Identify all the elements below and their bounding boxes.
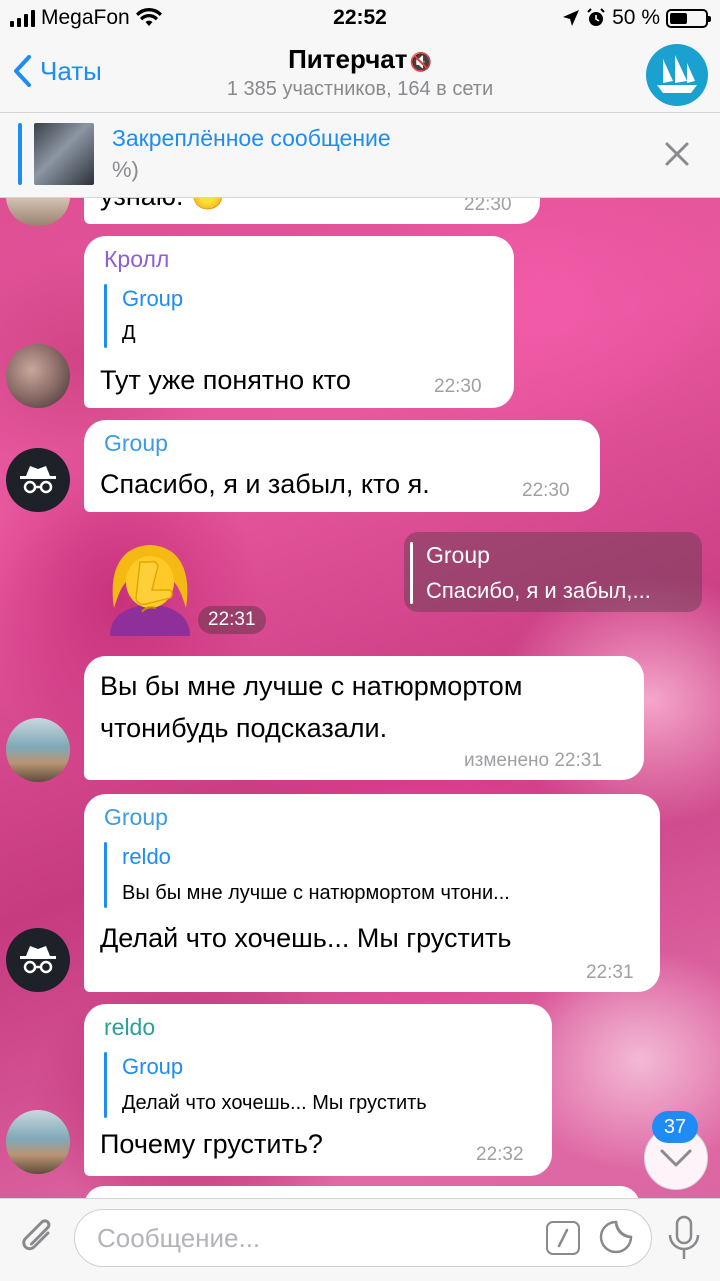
reply-indicator bbox=[410, 542, 413, 604]
ship-icon bbox=[657, 55, 697, 93]
battery-percent: 50 % bbox=[612, 6, 660, 29]
bot-commands-button[interactable] bbox=[546, 1221, 580, 1255]
sender-name: Group bbox=[104, 804, 168, 830]
sticker-facepalm[interactable] bbox=[100, 538, 200, 638]
incognito-icon bbox=[20, 946, 56, 974]
microphone-icon[interactable] bbox=[664, 1213, 704, 1263]
muted-icon: 🔇 bbox=[409, 52, 432, 72]
chat-avatar[interactable] bbox=[646, 44, 708, 106]
sticker-icon[interactable] bbox=[598, 1219, 634, 1255]
facepalm-sticker-icon bbox=[110, 545, 190, 636]
battery-icon bbox=[666, 8, 711, 28]
reply-text: Делай что хочешь... Мы грустить bbox=[122, 1092, 427, 1114]
chat-header: Чаты Питерчат 🔇 1 385 участников, 164 в с… bbox=[0, 38, 720, 113]
slash-icon bbox=[557, 1228, 569, 1248]
paperclip-icon[interactable] bbox=[18, 1217, 58, 1261]
message-time: изменено 22:31 bbox=[464, 750, 602, 771]
message-text: Тут уже понятно кто bbox=[100, 365, 351, 395]
message-time: 22:32 bbox=[476, 1144, 524, 1165]
reply-text: Спасибо, я и забыл,... bbox=[426, 578, 651, 603]
reply-author: Group bbox=[122, 1054, 184, 1079]
pinned-message-overlay: Закреплённое сообщение %) bbox=[0, 113, 720, 198]
reply-indicator bbox=[104, 842, 107, 908]
close-icon[interactable] bbox=[662, 139, 692, 169]
reply-indicator bbox=[104, 1052, 107, 1118]
sender-name: Кролл bbox=[104, 246, 170, 272]
pinned-text: %) bbox=[112, 157, 139, 182]
message-text: Спасибо, я и забыл, кто я. bbox=[100, 469, 430, 499]
message-time: 22:31 bbox=[198, 606, 266, 634]
message-text: Делай что хочешь... Мы грустить bbox=[100, 923, 512, 953]
reply-author: Group bbox=[122, 286, 184, 311]
message-text-line: Вы бы мне лучше с натюрмортом bbox=[100, 671, 523, 701]
unread-count-badge: 37 bbox=[652, 1111, 698, 1143]
status-bar: MegaFon 22:52 50 % bbox=[0, 0, 720, 38]
avatar[interactable] bbox=[6, 344, 70, 408]
avatar[interactable] bbox=[6, 718, 70, 782]
reply-indicator bbox=[104, 284, 107, 348]
message-time: 22:30 bbox=[522, 480, 570, 501]
reply-text: Д bbox=[122, 322, 136, 344]
sender-name: Group bbox=[104, 430, 168, 456]
avatar[interactable] bbox=[6, 448, 70, 512]
avatar[interactable] bbox=[6, 928, 70, 992]
message-time: 22:31 bbox=[586, 962, 634, 983]
pinned-title: Закреплённое сообщение bbox=[112, 125, 391, 151]
pinned-indicator bbox=[18, 123, 22, 185]
message-text-line: чтонибудь подсказали. bbox=[100, 713, 388, 743]
incognito-icon bbox=[20, 466, 56, 494]
sender-name: reldo bbox=[104, 1014, 156, 1040]
avatar[interactable] bbox=[6, 1110, 70, 1174]
message-text: Почему грустить? bbox=[100, 1129, 323, 1159]
reply-text: Вы бы мне лучше с натюрмортом чтони... bbox=[122, 882, 510, 904]
reply-author: Group bbox=[426, 542, 490, 568]
pinned-thumbnail bbox=[34, 123, 94, 185]
message-input-bar bbox=[0, 1198, 720, 1281]
alarm-icon bbox=[587, 8, 605, 26]
chat-title[interactable]: Питерчат 🔇 bbox=[0, 44, 720, 75]
reply-author: reldo bbox=[122, 844, 171, 869]
location-arrow-icon bbox=[563, 10, 580, 26]
chat-subtitle: 1 385 участников, 164 в сети bbox=[226, 78, 494, 100]
message-time: 22:30 bbox=[434, 376, 482, 397]
chevron-down-icon bbox=[660, 1149, 692, 1167]
